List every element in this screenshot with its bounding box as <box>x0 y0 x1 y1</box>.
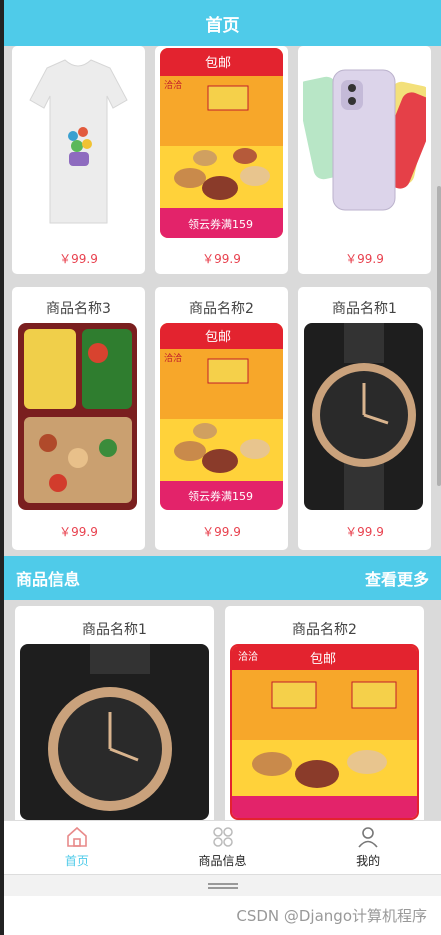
snack-brand-text: 洽洽 <box>164 352 182 364</box>
product-price: ￥99.9 <box>345 525 384 539</box>
tab-label: 首页 <box>64 854 89 868</box>
section-header: 商品信息 查看更多 <box>4 556 441 600</box>
info-card[interactable]: 商品名称2 包邮 洽洽 <box>225 606 424 820</box>
product-image-snack-box: 包邮 洽洽 领云券满159 <box>160 323 283 510</box>
top-navigation-bar: 首页 <box>4 0 441 46</box>
product-grid: ￥99.9 包邮 洽洽 领云券满159 ￥99.9 ￥99.9 商品名称3 ￥9… <box>4 46 441 556</box>
product-card[interactable]: 商品名称3 ￥99.9 <box>12 287 145 550</box>
scrollbar[interactable] <box>437 186 441 486</box>
view-more-link[interactable]: 查看更多 <box>365 566 429 590</box>
snack-badge-text: 包邮 <box>310 652 336 667</box>
bottom-tab-bar: 首页 商品信息 我的 <box>4 820 441 874</box>
tab-product-info[interactable]: 商品信息 <box>150 821 296 874</box>
snack-brand-text: 洽洽 <box>164 79 182 91</box>
info-name: 商品名称2 <box>292 622 357 638</box>
section-title: 商品信息 <box>16 570 81 589</box>
product-price: ￥99.9 <box>59 525 98 539</box>
product-price: ￥99.9 <box>345 252 384 266</box>
product-price: ￥99.9 <box>202 525 241 539</box>
user-icon <box>358 827 378 848</box>
product-image-watch <box>20 644 209 820</box>
product-image-phones <box>303 48 426 238</box>
snack-coupon-text: 领云券满159 <box>188 489 253 503</box>
product-image-watch <box>304 323 423 510</box>
product-name: 商品名称2 <box>189 301 254 317</box>
snack-coupon-text: 领云券满159 <box>188 217 253 231</box>
product-name: 商品名称3 <box>46 301 111 317</box>
product-image-tshirt <box>17 48 140 238</box>
snack-badge-text: 包邮 <box>205 330 231 345</box>
info-card[interactable]: 商品名称1 <box>15 606 214 820</box>
tab-label: 我的 <box>356 854 381 868</box>
tab-home[interactable]: 首页 <box>4 821 150 874</box>
product-image-bento <box>18 323 137 510</box>
snack-badge-text: 包邮 <box>205 56 231 71</box>
drag-handle-bar[interactable] <box>4 874 441 896</box>
product-card[interactable]: ￥99.9 <box>298 46 431 274</box>
tab-profile[interactable]: 我的 <box>295 821 441 874</box>
page-title: 首页 <box>205 15 240 36</box>
product-card[interactable]: 包邮 洽洽 领云券满159 ￥99.9 <box>155 46 288 274</box>
home-icon <box>67 826 87 847</box>
product-card[interactable]: 商品名称1 ￥99.9 <box>298 287 431 550</box>
product-image-snack-box: 包邮 洽洽 领云券满159 <box>160 48 283 238</box>
product-image-snack-box: 包邮 洽洽 <box>230 644 419 820</box>
product-price: ￥99.9 <box>59 252 98 266</box>
snack-brand-text: 洽洽 <box>238 650 258 663</box>
product-price: ￥99.9 <box>202 252 241 266</box>
watermark: CSDN @Django计算机程序 <box>236 907 427 925</box>
info-list: 商品名称1 商品名称2 包邮 洽洽 <box>4 600 441 820</box>
product-name: 商品名称1 <box>332 301 397 317</box>
drag-handle-icon[interactable] <box>207 882 238 889</box>
info-name: 商品名称1 <box>82 622 147 638</box>
tab-label: 商品信息 <box>198 854 247 868</box>
product-card[interactable]: 商品名称2 包邮 洽洽 领云券满159 ￥99.9 <box>155 287 288 550</box>
product-card[interactable]: ￥99.9 <box>12 46 145 274</box>
grid-icon <box>212 827 233 847</box>
